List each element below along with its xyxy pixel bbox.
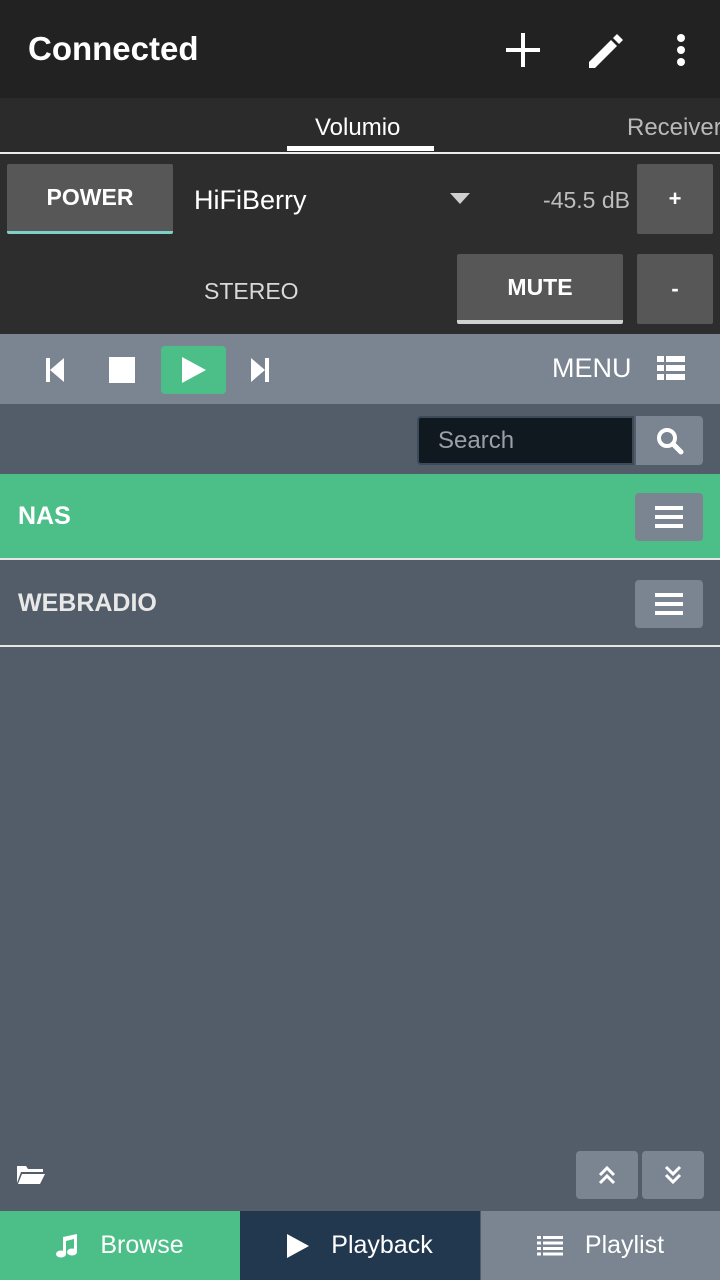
- app-bar: Connected: [0, 0, 720, 98]
- menu-button[interactable]: MENU: [552, 353, 632, 384]
- volume-down-button[interactable]: -: [637, 254, 713, 324]
- pencil-icon: [589, 34, 623, 68]
- plus-icon: [506, 33, 540, 67]
- search-input[interactable]: [417, 416, 634, 465]
- stop-icon: [109, 357, 135, 383]
- search-button[interactable]: [636, 416, 703, 465]
- receiver-panel: POWER HiFiBerry -45.5 dB + STEREO MUTE -: [0, 154, 720, 334]
- skip-next-icon: [251, 358, 269, 382]
- hamburger-icon: [655, 593, 683, 615]
- search-bar: [0, 404, 720, 474]
- nav-playlist[interactable]: Playlist: [481, 1211, 720, 1280]
- mute-button[interactable]: MUTE: [457, 254, 623, 324]
- power-button[interactable]: POWER: [7, 164, 173, 234]
- volume-up-button[interactable]: +: [637, 164, 713, 234]
- dropdown-arrow-icon[interactable]: [450, 193, 470, 204]
- tab-indicator: [287, 146, 434, 151]
- edit-button[interactable]: [583, 26, 631, 74]
- nav-browse[interactable]: Browse: [0, 1211, 240, 1280]
- play-icon: [287, 1233, 310, 1258]
- double-chevron-up-icon: [598, 1165, 616, 1185]
- transport-bar: MENU: [0, 334, 720, 404]
- play-icon: [181, 357, 206, 383]
- source-select[interactable]: HiFiBerry: [194, 185, 307, 216]
- double-chevron-down-icon: [664, 1165, 682, 1185]
- play-button[interactable]: [161, 346, 226, 394]
- list-item-nas[interactable]: NAS: [0, 474, 720, 560]
- search-icon: [656, 427, 683, 454]
- list-item-label: NAS: [18, 502, 71, 530]
- app-title: Connected: [28, 30, 199, 67]
- item-menu-button[interactable]: [635, 493, 703, 541]
- nav-playlist-label: Playlist: [584, 1231, 665, 1259]
- scroll-top-button[interactable]: [576, 1151, 638, 1199]
- nav-playback[interactable]: Playback: [240, 1211, 480, 1280]
- stereo-button[interactable]: STEREO: [204, 278, 299, 305]
- scroll-bottom-button[interactable]: [642, 1151, 704, 1199]
- more-options-button[interactable]: [657, 26, 705, 74]
- music-note-icon: [56, 1233, 78, 1257]
- folder-open-icon[interactable]: [16, 1163, 46, 1185]
- nav-browse-label: Browse: [100, 1231, 184, 1259]
- nav-playback-label: Playback: [331, 1231, 433, 1259]
- skip-previous-icon: [46, 358, 64, 382]
- more-vertical-icon: [677, 34, 685, 66]
- stop-button[interactable]: [98, 346, 146, 394]
- list-icon[interactable]: [657, 356, 685, 380]
- list-item-webradio[interactable]: WEBRADIO: [0, 561, 720, 647]
- hamburger-icon: [655, 506, 683, 528]
- tab-volumio[interactable]: Volumio: [315, 114, 400, 142]
- next-button[interactable]: [236, 346, 284, 394]
- bottom-navigation: Browse Playback Playlist: [0, 1211, 720, 1280]
- list-icon: [536, 1235, 563, 1255]
- add-button[interactable]: [499, 26, 547, 74]
- previous-button[interactable]: [31, 346, 79, 394]
- tab-receiver[interactable]: Receiver: [627, 114, 720, 142]
- tab-bar: Volumio Receiver: [0, 98, 720, 154]
- list-item-label: WEBRADIO: [18, 589, 157, 617]
- volume-level: -45.5 dB: [543, 187, 630, 213]
- item-menu-button[interactable]: [635, 580, 703, 628]
